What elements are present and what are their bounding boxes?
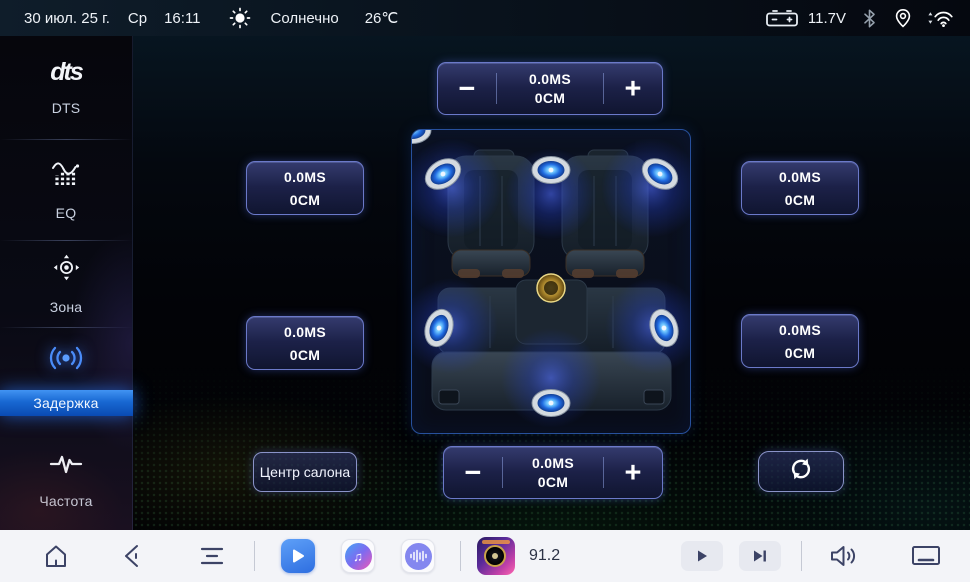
plus-button[interactable]: + <box>604 65 662 113</box>
car-battery-icon <box>764 8 800 28</box>
rear-right-delay-value[interactable]: 0.0MS 0CM <box>741 314 859 368</box>
delay-cm: 0CM <box>785 192 815 208</box>
delay-cm: 0CM <box>535 90 565 106</box>
play-button[interactable] <box>681 541 723 571</box>
delay-ms: 0.0MS <box>284 169 326 185</box>
cabin-center-label: Центр салона <box>260 464 350 480</box>
sidebar-item-frequency[interactable]: Частота <box>0 431 132 530</box>
status-date: 30 июл. 25 г. <box>24 10 110 27</box>
status-day: Ср <box>128 10 147 27</box>
delay-ms: 0.0MS <box>532 455 574 471</box>
wifi-data-icon <box>927 8 954 28</box>
delay-signal-icon <box>47 344 85 377</box>
bottom-nav-bar: ♫ 91.2 <box>0 530 970 582</box>
bluetooth-icon <box>863 9 876 28</box>
divider <box>801 541 802 571</box>
music-app-icon[interactable]: ♫ <box>341 539 375 573</box>
delay-ms: 0.0MS <box>779 169 821 185</box>
status-temperature: 26℃ <box>365 9 399 27</box>
rear-left-delay-value[interactable]: 0.0MS 0CM <box>246 316 364 370</box>
head-unit-screen: 30 июл. 25 г. Ср 16:11 Солнечно 26℃ 11.7… <box>0 0 970 582</box>
radio-frequency-label: 91.2 <box>529 547 560 565</box>
sidebar-item-eq[interactable]: EQ <box>0 140 132 240</box>
zone-icon <box>53 254 80 286</box>
radio-handle <box>482 540 510 544</box>
menu-lines-button[interactable] <box>198 544 226 568</box>
front-left-delay-value[interactable]: 0.0MS 0CM <box>246 161 364 215</box>
music-note-icon: ♫ <box>345 543 372 570</box>
waveform-icon <box>405 543 432 570</box>
voice-app-icon[interactable] <box>401 539 435 573</box>
volume-button[interactable] <box>828 543 858 569</box>
front-center-delay-value: 0.0MS 0CM <box>497 71 603 106</box>
status-time: 16:11 <box>164 10 200 27</box>
sidebar-item-label: DTS <box>52 100 81 116</box>
delay-cm: 0CM <box>538 474 568 490</box>
delay-ms: 0.0MS <box>284 324 326 340</box>
sidebar-item-label: Задержка <box>0 390 133 416</box>
radio-app-icon[interactable] <box>477 537 515 575</box>
refresh-icon <box>788 456 814 487</box>
rear-center-delay-stepper: − 0.0MS 0CM + <box>443 446 663 499</box>
delay-ms: 0.0MS <box>779 322 821 338</box>
back-button[interactable] <box>120 543 144 569</box>
minus-button[interactable]: − <box>444 449 502 497</box>
sidebar-item-delay[interactable]: Задержка <box>0 328 132 431</box>
minus-button[interactable]: − <box>438 65 496 113</box>
home-button[interactable] <box>42 542 70 570</box>
delay-cm: 0CM <box>785 345 815 361</box>
sun-icon <box>229 7 251 29</box>
car-interior-speakers-illustration <box>411 129 691 434</box>
location-icon <box>894 8 912 28</box>
sidebar-item-label: Зона <box>50 299 83 315</box>
status-bar: 30 июл. 25 г. Ср 16:11 Солнечно 26℃ 11.7… <box>0 0 970 36</box>
delay-cm: 0CM <box>290 347 320 363</box>
sidebar-item-label: EQ <box>56 205 77 221</box>
sidebar-item-label: Частота <box>39 493 92 509</box>
divider <box>254 541 255 571</box>
plus-button[interactable]: + <box>604 449 662 497</box>
delay-ms: 0.0MS <box>529 71 571 87</box>
radio-speaker <box>484 545 506 567</box>
sidebar-item-dts[interactable]: dts DTS <box>0 36 132 139</box>
frequency-wave-icon <box>49 453 83 480</box>
divider <box>460 541 461 571</box>
next-track-button[interactable] <box>739 541 781 571</box>
sidebar-item-zone[interactable]: Зона <box>0 241 132 328</box>
cabin-center-button[interactable]: Центр салона <box>253 452 357 492</box>
display-off-button[interactable] <box>910 544 942 568</box>
status-weather: Солнечно <box>271 10 339 27</box>
front-center-delay-stepper: − 0.0MS 0CM + <box>437 62 663 115</box>
status-voltage: 11.7V <box>808 10 846 27</box>
front-right-delay-value[interactable]: 0.0MS 0CM <box>741 161 859 215</box>
delay-cm: 0CM <box>290 192 320 208</box>
reset-button[interactable] <box>758 451 844 492</box>
dts-logo: dts <box>50 58 82 87</box>
eq-icon <box>50 159 82 192</box>
sidebar: dts DTS EQ <box>0 36 133 530</box>
rear-center-delay-value: 0.0MS 0CM <box>503 455 603 490</box>
play-app-icon[interactable] <box>281 539 315 573</box>
